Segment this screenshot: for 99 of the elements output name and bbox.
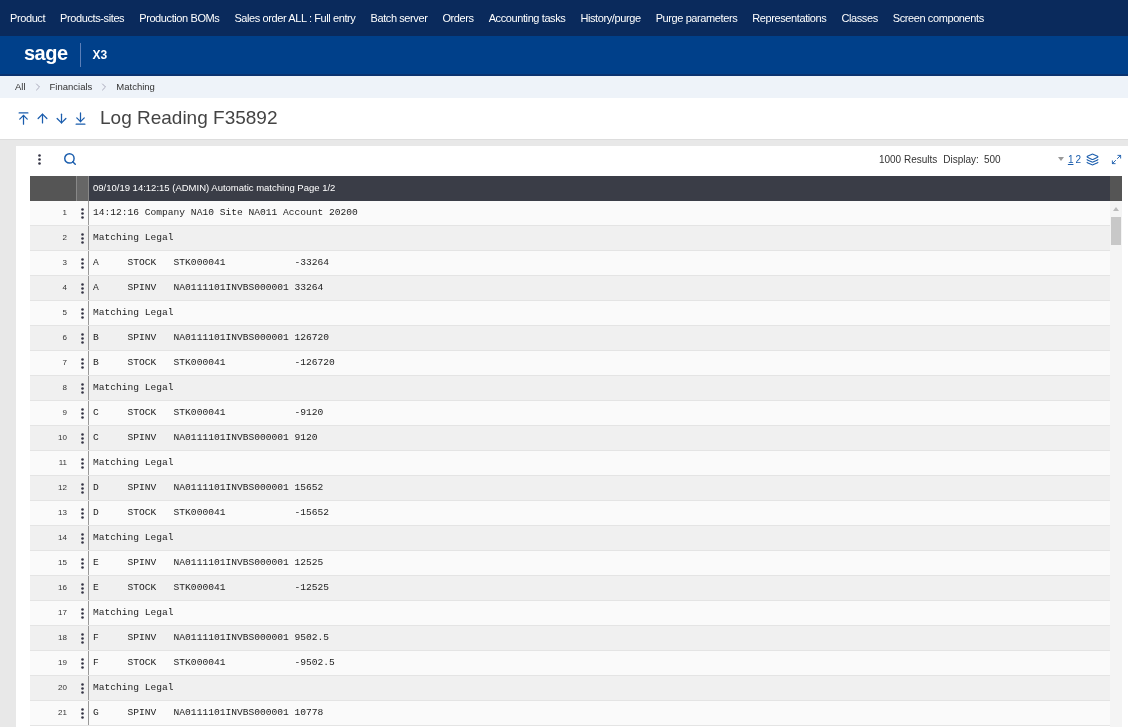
sage-logo[interactable]: sage xyxy=(24,38,68,72)
log-line: D SPINV NA0111101INVBS000001 15652 xyxy=(92,480,324,495)
row-number: 8 xyxy=(61,382,68,394)
display-value[interactable]: 500 xyxy=(983,151,1044,167)
row-number: 17 xyxy=(57,607,68,619)
more-options-icon[interactable] xyxy=(38,153,41,165)
breadcrumb-link[interactable]: Matching xyxy=(116,79,155,95)
log-line: B SPINV NA0111101INVBS000001 126720 xyxy=(92,330,330,345)
page-link[interactable]: 1 xyxy=(1067,151,1074,167)
menu-link[interactable]: Sales order ALL : Full entry xyxy=(234,9,356,27)
menu-link[interactable]: Classes xyxy=(841,9,878,27)
scroll-thumb[interactable] xyxy=(1111,217,1121,245)
menu-link[interactable]: Accounting tasks xyxy=(488,9,566,27)
row-number: 12 xyxy=(57,482,68,494)
log-line: Matching Legal xyxy=(92,230,174,245)
log-line: F SPINV NA0111101INVBS000001 9502.5 xyxy=(92,630,330,645)
row-number: 6 xyxy=(61,332,68,344)
row-number: 19 xyxy=(57,657,68,669)
layers-icon[interactable] xyxy=(1086,152,1099,166)
log-line: Matching Legal xyxy=(92,455,174,470)
page-title: Log Reading F35892 xyxy=(100,106,278,131)
row-number: 7 xyxy=(61,357,68,369)
row-number: 14 xyxy=(57,532,68,544)
menu-link[interactable]: Purge parameters xyxy=(655,9,738,27)
row-number: 21 xyxy=(57,707,68,719)
breadcrumb-link[interactable]: Financials xyxy=(49,79,93,95)
row-number: 11 xyxy=(57,457,68,469)
row-menu-icon[interactable] xyxy=(80,207,84,219)
log-line: B STOCK STK000041 -126720 xyxy=(92,355,335,370)
log-line: E SPINV NA0111101INVBS000001 12525 xyxy=(92,555,324,570)
row-menu-icon[interactable] xyxy=(80,582,84,594)
menu-link[interactable]: History/purge xyxy=(580,9,641,27)
row-menu-icon[interactable] xyxy=(80,232,84,244)
row-number: 13 xyxy=(57,507,68,519)
log-line: C SPINV NA0111101INVBS000001 9120 xyxy=(92,430,318,445)
row-menu-icon[interactable] xyxy=(80,707,84,719)
log-line: C STOCK STK000041 -9120 xyxy=(92,405,324,420)
product-name: X3 xyxy=(92,47,108,64)
expand-icon[interactable] xyxy=(1111,153,1122,165)
row-menu-icon[interactable] xyxy=(80,607,84,619)
first-record-icon[interactable] xyxy=(16,111,31,126)
row-number: 4 xyxy=(61,282,68,294)
log-line: D STOCK STK000041 -15652 xyxy=(92,505,330,520)
menu-link[interactable]: Products-sites xyxy=(60,9,125,27)
dropdown-caret-icon[interactable] xyxy=(1057,157,1064,161)
next-record-icon[interactable] xyxy=(54,111,69,126)
row-menu-icon[interactable] xyxy=(80,532,84,544)
row-number: 2 xyxy=(61,232,68,244)
log-line: Matching Legal xyxy=(92,530,174,545)
menu-link[interactable]: Representations xyxy=(752,9,827,27)
scrollbar-header-block xyxy=(1110,176,1122,201)
row-menu-icon[interactable] xyxy=(80,657,84,669)
log-line: Matching Legal xyxy=(92,680,174,695)
log-line: Matching Legal xyxy=(92,380,174,395)
search-icon[interactable] xyxy=(63,152,77,166)
row-menu-icon[interactable] xyxy=(80,557,84,569)
previous-record-icon[interactable] xyxy=(35,111,50,126)
row-menu-icon[interactable] xyxy=(80,682,84,694)
row-menu-icon[interactable] xyxy=(80,332,84,344)
row-number: 5 xyxy=(61,307,68,319)
menu-link[interactable]: Production BOMs xyxy=(139,9,220,27)
row-number: 9 xyxy=(61,407,68,419)
row-menu-icon[interactable] xyxy=(80,507,84,519)
row-menu-icon[interactable] xyxy=(80,407,84,419)
log-line: E STOCK STK000041 -12525 xyxy=(92,580,330,595)
row-menu-icon[interactable] xyxy=(80,282,84,294)
row-menu-icon[interactable] xyxy=(80,432,84,444)
display-label: Display: xyxy=(943,152,979,167)
row-menu-icon[interactable] xyxy=(80,382,84,394)
row-menu-icon[interactable] xyxy=(80,357,84,369)
menu-link[interactable]: Orders xyxy=(442,9,474,27)
log-line: A SPINV NA0111101INVBS000001 33264 xyxy=(92,280,324,295)
log-line: 14:12:16 Company NA10 Site NA011 Account 20200 xyxy=(92,205,358,220)
row-number: 1 xyxy=(61,207,68,219)
log-line: Matching Legal xyxy=(92,305,174,320)
last-record-icon[interactable] xyxy=(73,111,88,126)
row-number: 16 xyxy=(57,582,68,594)
row-number: 18 xyxy=(57,632,68,644)
menu-link[interactable]: Screen components xyxy=(892,9,984,27)
log-line: G SPINV NA0111101INVBS000001 10778 xyxy=(92,705,324,720)
menu-link[interactable]: Product xyxy=(10,9,46,27)
row-menu-icon[interactable] xyxy=(80,257,84,269)
scrollbar[interactable] xyxy=(1110,176,1122,727)
row-menu-icon[interactable] xyxy=(80,457,84,469)
results-count: 1000 Results xyxy=(878,152,938,167)
breadcrumb-link[interactable]: All xyxy=(15,79,26,95)
log-line: F STOCK STK000041 -9502.5 xyxy=(92,655,335,670)
row-menu-icon[interactable] xyxy=(80,632,84,644)
row-menu-icon[interactable] xyxy=(80,307,84,319)
menu-link[interactable]: Batch server xyxy=(370,9,428,27)
log-line: Matching Legal xyxy=(92,605,174,620)
table-header: 09/10/19 14:12:15 (ADMIN) Automatic matching Page 1/2 xyxy=(30,176,1110,201)
row-number: 20 xyxy=(57,682,68,694)
row-number: 3 xyxy=(61,257,68,269)
row-number: 15 xyxy=(57,557,68,569)
row-number: 10 xyxy=(57,432,68,444)
page-link[interactable]: 2 xyxy=(1075,151,1081,167)
row-menu-icon[interactable] xyxy=(80,482,84,494)
log-line: A STOCK STK000041 -33264 xyxy=(92,255,330,270)
